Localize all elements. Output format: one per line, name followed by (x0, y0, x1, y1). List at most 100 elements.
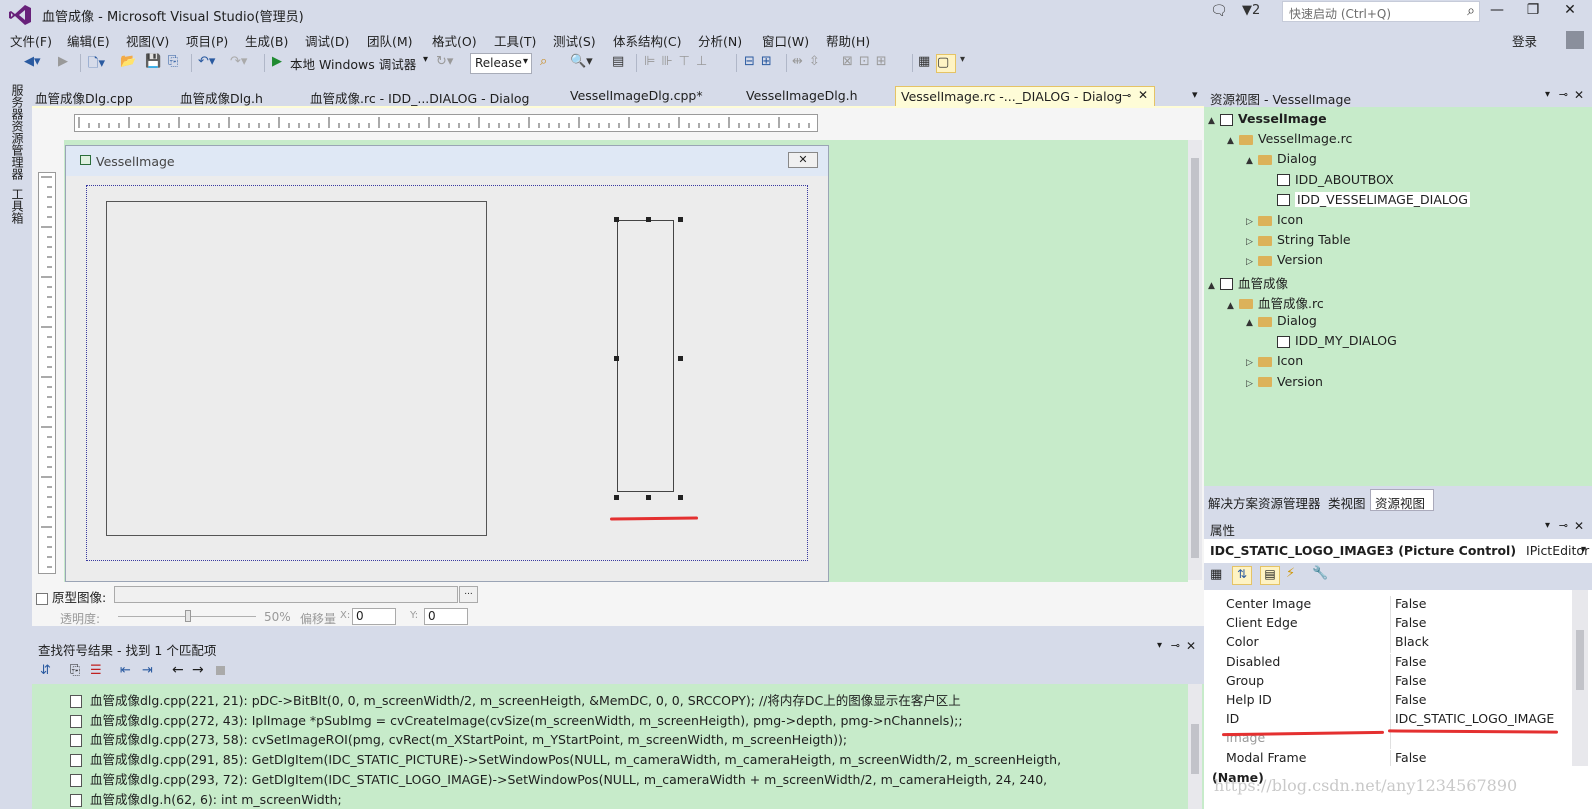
dialog-titlebar[interactable] (66, 146, 828, 176)
tab-xueguan-dlg-h[interactable]: 血管成像Dlg.h (180, 88, 263, 107)
tree-node[interactable]: ▲ VesselImage.rc (1227, 131, 1352, 146)
save-icon[interactable]: 💾 (145, 54, 161, 73)
back-icon[interactable]: ← (172, 662, 184, 678)
tree-node[interactable]: ▷ Version (1246, 252, 1323, 267)
property-value[interactable]: False (1395, 654, 1426, 669)
prototype-image-option[interactable]: 原型图像: (36, 587, 106, 606)
close-panel-icon[interactable]: ✕ (1574, 519, 1584, 533)
menu-item-0[interactable]: 文件(F) (10, 31, 52, 50)
property-value[interactable]: Black (1395, 634, 1429, 649)
expander-icon[interactable]: ▷ (1246, 257, 1258, 267)
find-result-line[interactable]: 血管成像dlg.cpp(273, 58): cvSetImageROI(pmg,… (70, 729, 847, 748)
expander-icon[interactable]: ▷ (1246, 217, 1258, 227)
login-link[interactable]: 登录 (1512, 31, 1537, 50)
menu-item-11[interactable]: 分析(N) (698, 31, 742, 50)
resize-handle[interactable] (646, 495, 651, 500)
resize-handle[interactable] (678, 217, 683, 222)
pin-icon[interactable]: ⊸ (1559, 519, 1568, 532)
property-row[interactable]: Group False (1212, 672, 1572, 692)
menu-item-1[interactable]: 编辑(E) (67, 31, 110, 50)
forward-icon[interactable]: ▶ (58, 54, 68, 73)
wrench-icon[interactable]: 🔧 (1312, 566, 1328, 581)
tree-node[interactable]: ▷ Version (1246, 374, 1323, 389)
grid-icon[interactable]: ▦ (918, 54, 930, 73)
tree-node[interactable]: IDD_MY_DIALOG (1265, 333, 1397, 348)
opacity-slider-thumb[interactable] (185, 610, 191, 622)
close-tab-icon[interactable]: ✕ (1138, 88, 1148, 102)
close-panel-icon[interactable]: ✕ (1186, 639, 1196, 653)
categorized-icon[interactable]: ▦ (1210, 567, 1222, 582)
property-object-selector[interactable]: IDC_STATIC_LOGO_IMAGE3 (Picture Control)… (1204, 539, 1592, 563)
property-row[interactable]: Disabled False (1212, 653, 1572, 673)
property-value[interactable]: False (1395, 615, 1426, 630)
close-panel-icon[interactable]: ✕ (1574, 88, 1584, 102)
tree-node[interactable]: ▷ String Table (1246, 232, 1351, 247)
tree-node[interactable]: ▲ Dialog (1246, 313, 1317, 328)
property-row[interactable]: Help ID False (1212, 692, 1572, 711)
close-button[interactable]: ✕ (1555, 2, 1585, 22)
stop-icon[interactable] (216, 666, 225, 675)
next-location-icon[interactable]: ⇥ (142, 663, 153, 678)
test-dialog-icon[interactable]: ▤ (612, 54, 624, 73)
redo-icon[interactable]: ↷▾ (230, 54, 247, 73)
tree-node[interactable]: IDD_VESSELIMAGE_DIALOG (1265, 191, 1470, 207)
picture-control-main[interactable] (106, 201, 487, 536)
expander-icon[interactable]: ▷ (1246, 379, 1258, 389)
resize-handle[interactable] (614, 495, 619, 500)
avatar-icon[interactable] (1566, 31, 1584, 49)
solution-config-select[interactable]: Release (470, 53, 532, 74)
quick-launch-input[interactable]: 快速启动 (Ctrl+Q) ⌕ (1282, 1, 1480, 22)
properties-icon[interactable]: ▤ (1260, 566, 1280, 585)
prev-location-icon[interactable]: ⇤ (120, 663, 131, 678)
property-value[interactable]: False (1395, 692, 1426, 707)
alphabetical-icon[interactable]: ⇅ (1232, 566, 1252, 585)
find-result-line[interactable]: 血管成像dlg.h(62, 6): int m_screenWidth; (70, 789, 342, 808)
menu-item-6[interactable]: 团队(M) (367, 31, 413, 50)
tab-solution-explorer[interactable]: 解决方案资源管理器 (1208, 493, 1321, 512)
picture-control-logo-selected[interactable] (617, 220, 674, 492)
menu-item-13[interactable]: 帮助(H) (826, 31, 870, 50)
restore-button[interactable]: ❐ (1518, 2, 1548, 22)
refresh-icon[interactable]: ↻▾ (436, 54, 453, 73)
save-all-icon[interactable]: ⎘ (168, 54, 178, 73)
prototype-path-field[interactable] (114, 586, 458, 603)
tab-xueguan-rc-dialog[interactable]: 血管成像.rc - IDD_...DIALOG - Dialog (310, 88, 529, 107)
expander-icon[interactable]: ▷ (1246, 358, 1258, 368)
resize-handle[interactable] (678, 356, 683, 361)
prototype-checkbox[interactable] (36, 592, 48, 605)
find-result-line[interactable]: 血管成像dlg.cpp(221, 21): pDC->BitBlt(0, 0, … (70, 690, 961, 709)
dialog-close-icon[interactable]: ✕ (788, 152, 818, 168)
menu-item-7[interactable]: 格式(O) (432, 31, 477, 50)
debugger-dropdown-icon[interactable]: ▾ (423, 54, 428, 73)
property-row[interactable]: ID IDC_STATIC_LOGO_IMAGE (1212, 711, 1572, 731)
back-icon[interactable]: ◀▾ (24, 54, 41, 73)
tree-node[interactable]: ▲ VesselImage (1208, 111, 1327, 126)
minimize-button[interactable]: — (1482, 2, 1512, 22)
align-tools-icon[interactable]: ⊫⊪⊤⊥ (644, 54, 713, 73)
menu-item-5[interactable]: 调试(D) (305, 31, 349, 50)
tree-node[interactable]: IDD_ABOUTBOX (1265, 172, 1394, 187)
tree-node[interactable]: ▲ 血管成像 (1208, 273, 1288, 292)
property-grid-scrollbar[interactable] (1572, 590, 1588, 766)
tree-node[interactable]: ▲ Dialog (1246, 151, 1317, 166)
copy-icon[interactable]: ⎘ (70, 663, 80, 678)
tree-node[interactable]: ▲ 血管成像.rc (1227, 293, 1324, 312)
browse-button[interactable]: ... (459, 586, 478, 603)
resize-handle[interactable] (646, 217, 651, 222)
menu-item-3[interactable]: 项目(P) (186, 31, 228, 50)
notification-icon[interactable]: 🗨 (1210, 3, 1228, 19)
pin-icon[interactable]: ⊸ (1171, 639, 1180, 652)
debugger-target[interactable]: 本地 Windows 调试器 (290, 54, 416, 73)
pin-icon[interactable]: ⊸ (1122, 89, 1131, 102)
menu-item-8[interactable]: 工具(T) (494, 31, 536, 50)
expander-icon[interactable]: ▲ (1246, 156, 1258, 166)
find-results-scrollbar[interactable] (1188, 684, 1202, 809)
tab-vesselimage-rc-dialog[interactable]: VesselImage.rc -..._DIALOG - Dialog ⊸ ✕ (895, 86, 1155, 107)
property-value[interactable]: False (1395, 750, 1426, 765)
expander-icon[interactable]: ▷ (1246, 237, 1258, 247)
tab-vesselimage-dlg-cpp[interactable]: VesselImageDlg.cpp* (570, 88, 703, 103)
vertical-ruler[interactable] (38, 172, 56, 574)
expander-icon[interactable]: ▲ (1227, 136, 1239, 146)
guides-icon[interactable]: ▢ (936, 54, 956, 73)
tab-xueguan-dlg-cpp[interactable]: 血管成像Dlg.cpp (35, 88, 133, 107)
